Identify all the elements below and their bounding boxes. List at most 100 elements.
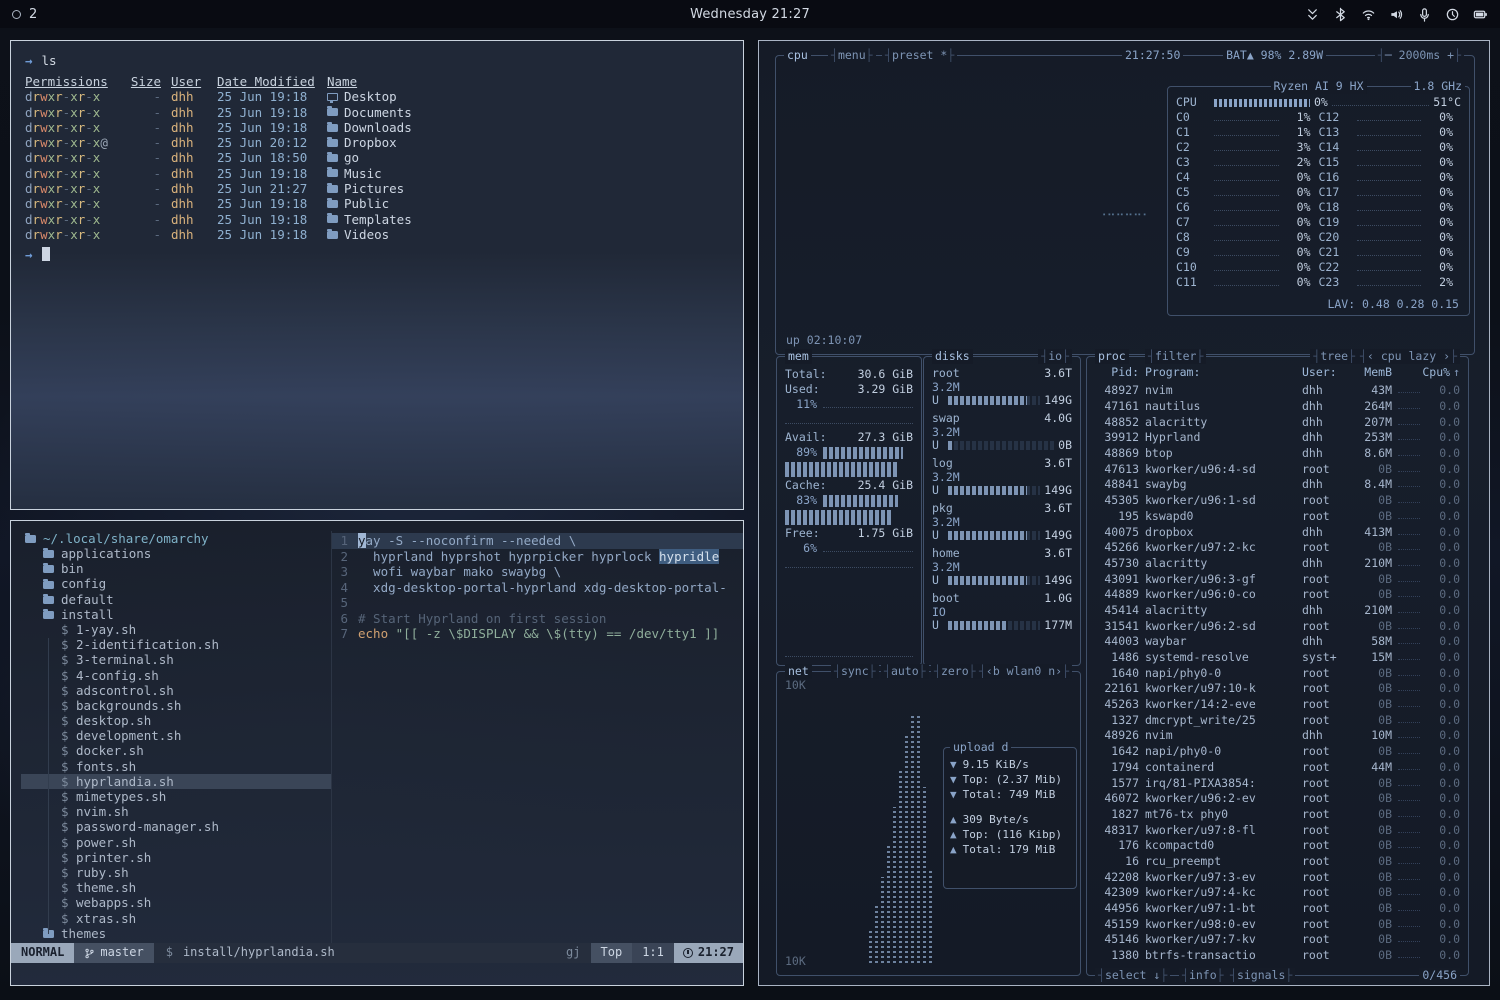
process-row[interactable]: 42208kworker/u97:3-evroot0B0.0 [1095,869,1460,885]
select-button[interactable]: select ↓ [1095,968,1170,983]
tree-item[interactable]: install [21,607,331,622]
process-row[interactable]: 47161nautilusdhh264M0.0 [1095,399,1460,415]
io-mode-button[interactable]: io [1038,349,1072,364]
process-row[interactable]: 45266kworker/u97:2-kcroot0B0.0 [1095,540,1460,556]
tree-item[interactable]: 3-terminal.sh [21,653,331,668]
process-row[interactable]: 48852alacrittydhh207M0.0 [1095,414,1460,430]
tree-item[interactable]: 4-config.sh [21,668,331,683]
info-button[interactable]: info [1179,968,1227,983]
process-row[interactable]: 45146kworker/u97:7-kvroot0B0.0 [1095,932,1460,948]
process-row[interactable]: 40075dropboxdhh413M0.0 [1095,524,1460,540]
workspace-number[interactable]: 2 [29,7,37,22]
filter-button[interactable]: filter [1145,349,1206,364]
update-interval-button[interactable]: ─ 2000ms + [1375,48,1464,63]
workspace-indicator[interactable]: 2 [12,7,37,22]
code-editor[interactable]: 1yay -S --noconfirm --needed \2 hyprland… [331,531,743,943]
proc-header-user[interactable]: User: [1302,365,1346,380]
process-row[interactable]: 1794containerdroot44M0.0 [1095,760,1460,776]
menu-button[interactable]: menu [828,48,876,63]
process-row[interactable]: 44889kworker/u96:0-coroot0B0.0 [1095,587,1460,603]
bluetooth-icon[interactable] [1333,7,1348,22]
process-row[interactable]: 31541kworker/u96:2-sdroot0B0.0 [1095,618,1460,634]
process-row[interactable]: 1642napi/phy0-0root0B0.0 [1095,744,1460,760]
process-row[interactable]: 1827mt76-tx phy0root0B0.0 [1095,807,1460,823]
process-row[interactable]: 45263kworker/14:2-everoot0B0.0 [1095,697,1460,713]
tree-view-button[interactable]: tree [1310,349,1358,364]
process-row[interactable]: 22161kworker/u97:10-kroot0B0.0 [1095,681,1460,697]
process-row[interactable]: 45159kworker/u98:0-evroot0B0.0 [1095,916,1460,932]
proc-header-mem[interactable]: MemB [1352,365,1392,380]
process-row[interactable]: 45305kworker/u96:1-sdroot0B0.0 [1095,493,1460,509]
net-interface-button[interactable]: ‹b wlan0 n› [976,664,1072,679]
process-row[interactable]: 43091kworker/u96:3-gfroot0B0.0 [1095,571,1460,587]
tree-item[interactable]: adscontrol.sh [21,683,331,698]
process-row[interactable]: 48841swaybgdhh8.4M0.0 [1095,477,1460,493]
net-auto-button[interactable]: auto [881,664,929,679]
process-row[interactable]: 48869btopdhh8.6M0.0 [1095,446,1460,462]
process-row[interactable]: 48926nvimdhh10M0.0 [1095,728,1460,744]
proc-header-program[interactable]: Program: [1145,365,1296,380]
tree-item[interactable]: theme.sh [21,880,331,895]
tree-item[interactable]: applications [21,546,331,561]
tree-item[interactable]: desktop.sh [21,713,331,728]
date-cell: 25 Jun 19:18 [217,89,317,104]
tree-item[interactable]: themes [21,926,331,941]
net-sync-button[interactable]: sync [831,664,879,679]
process-row[interactable]: 1486systemd-resolvesyst+15M0.0 [1095,650,1460,666]
process-row[interactable]: 195kswapd0root0B0.0 [1095,509,1460,525]
tree-item[interactable]: nvim.sh [21,804,331,819]
tree-item[interactable]: webapps.sh [21,896,331,911]
sort-selector-button[interactable]: ‹ cpu lazy › [1357,349,1460,364]
tree-item[interactable]: docker.sh [21,744,331,759]
prompt-line-active[interactable] [25,246,729,262]
net-zero-button[interactable]: zero [931,664,979,679]
process-row[interactable]: 1327dmcrypt_write/25root0B0.0 [1095,712,1460,728]
battery-icon[interactable] [1473,7,1488,22]
folder-icon [327,139,338,147]
tree-item[interactable]: ~/.local/share/omarchy [21,531,331,546]
process-row[interactable]: 47613kworker/u96:4-sdroot0B0.0 [1095,461,1460,477]
tree-item[interactable]: hyprlandia.sh [21,774,331,789]
tree-item[interactable]: ruby.sh [21,865,331,880]
tree-item[interactable]: backgrounds.sh [21,698,331,713]
process-row[interactable]: 45730alacrittydhh210M0.0 [1095,556,1460,572]
disk-name-row: pkg3.6T [932,501,1072,515]
tree-item[interactable]: default [21,592,331,607]
process-row[interactable]: 46072kworker/u96:2-evroot0B0.0 [1095,791,1460,807]
process-row[interactable]: 44003waybardhh58M0.0 [1095,634,1460,650]
tree-item[interactable]: config [21,577,331,592]
tree-item[interactable]: bin [21,561,331,576]
volume-icon[interactable] [1389,7,1404,22]
process-row[interactable]: 42309kworker/u97:4-kcroot0B0.0 [1095,885,1460,901]
tree-item[interactable]: development.sh [21,728,331,743]
process-row[interactable]: 176kcompactd0root0B0.0 [1095,838,1460,854]
process-row[interactable]: 39912Hyprlanddhh253M0.0 [1095,430,1460,446]
signals-button[interactable]: signals [1227,968,1295,983]
tree-item[interactable]: power.sh [21,835,331,850]
proc-header-pid[interactable]: Pid: [1095,365,1139,380]
process-row[interactable]: 44956kworker/u97:1-btroot0B0.0 [1095,901,1460,917]
process-row[interactable]: 1380btrfs-transactioroot0B0.0 [1095,948,1460,964]
tree-item[interactable]: printer.sh [21,850,331,865]
process-list: 48927nvimdhh43M0.047161nautilusdhh264M0.… [1095,383,1460,965]
process-row[interactable]: 1577irq/81-PIXA3854:root0B0.0 [1095,775,1460,791]
battery-status: BAT▲ 98% 2.89W [1223,48,1326,63]
process-row[interactable]: 16rcu_preemptroot0B0.0 [1095,854,1460,870]
tray-expand-icon[interactable] [1305,7,1320,22]
tree-item[interactable]: xtras.sh [21,911,331,926]
ls-row: drwxr-xr-x-dhh25 Jun 19:18Documents [25,105,729,120]
tree-item[interactable]: 1-yay.sh [21,622,331,637]
tree-item[interactable]: fonts.sh [21,759,331,774]
tree-item[interactable]: password-manager.sh [21,820,331,835]
microphone-icon[interactable] [1417,7,1432,22]
tree-item[interactable]: mimetypes.sh [21,789,331,804]
process-row[interactable]: 48927nvimdhh43M0.0 [1095,383,1460,399]
tree-item[interactable]: 2-identification.sh [21,637,331,652]
process-row[interactable]: 48317kworker/u97:8-flroot0B0.0 [1095,822,1460,838]
process-row[interactable]: 45414alacrittydhh210M0.0 [1095,603,1460,619]
status-circle-icon[interactable] [1445,7,1460,22]
preset-button[interactable]: preset * [882,48,957,63]
wifi-icon[interactable] [1361,7,1376,22]
process-row[interactable]: 1640napi/phy0-0root0B0.0 [1095,665,1460,681]
proc-header-cpu[interactable]: Cpu%↑ [1426,365,1460,380]
